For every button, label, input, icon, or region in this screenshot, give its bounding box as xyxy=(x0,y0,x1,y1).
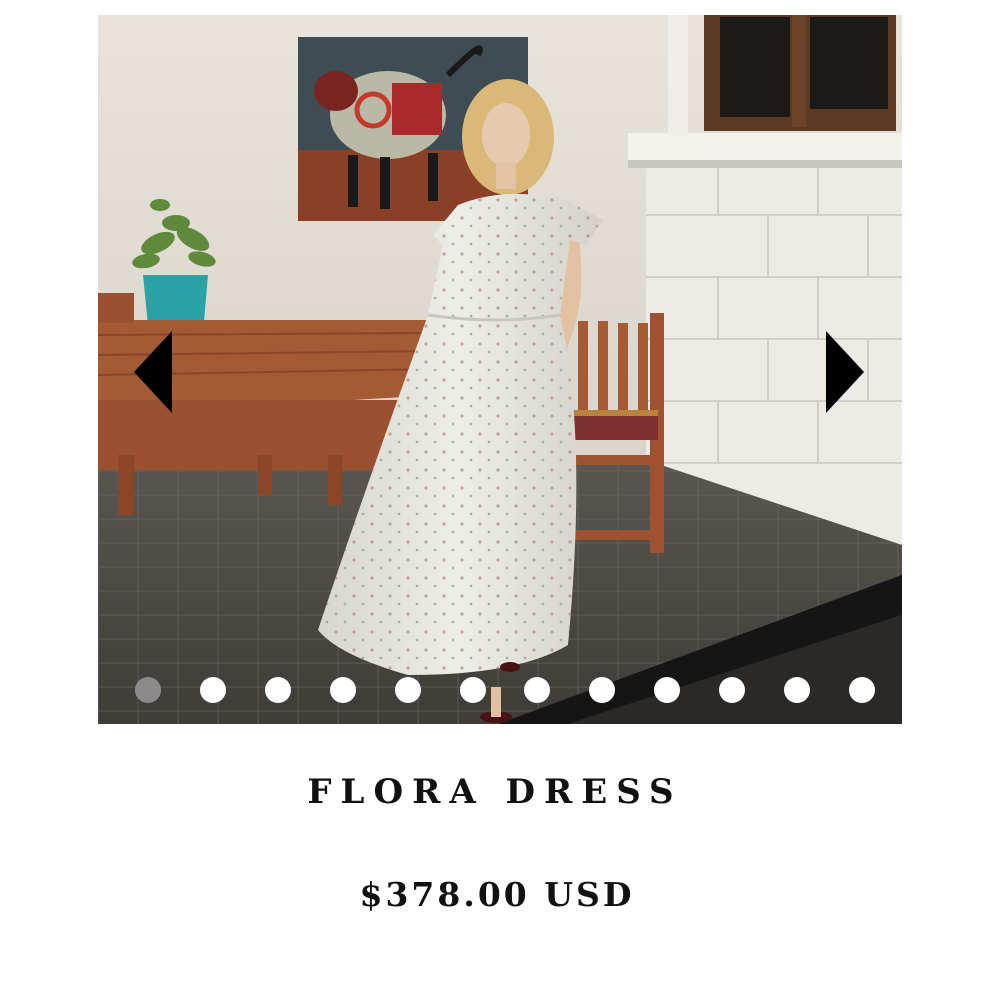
carousel-dot[interactable] xyxy=(524,677,551,703)
previous-slide-button[interactable] xyxy=(132,329,178,415)
carousel-dot[interactable] xyxy=(264,677,291,703)
carousel-dot[interactable] xyxy=(589,677,616,703)
carousel-dot[interactable] xyxy=(719,677,746,703)
carousel-dot[interactable] xyxy=(848,677,875,703)
product-page: FLORA DRESS $378.00 USD xyxy=(0,0,1000,1000)
carousel-dot[interactable] xyxy=(135,677,161,703)
caret-left-icon xyxy=(134,331,172,413)
product-photo xyxy=(98,15,902,724)
next-slide-button[interactable] xyxy=(820,329,866,415)
caret-right-icon xyxy=(826,331,864,413)
carousel-dot[interactable] xyxy=(199,677,226,703)
carousel-dot[interactable] xyxy=(654,677,681,703)
carousel-pagination xyxy=(135,676,875,704)
truncated-content xyxy=(0,992,1000,1000)
product-image-carousel[interactable] xyxy=(98,15,902,724)
carousel-dot[interactable] xyxy=(784,677,811,703)
product-title: FLORA DRESS xyxy=(307,772,683,812)
carousel-dot[interactable] xyxy=(394,677,421,703)
carousel-dot[interactable] xyxy=(329,677,356,703)
carousel-dot[interactable] xyxy=(459,677,486,703)
product-price: $378.00 USD xyxy=(359,875,635,914)
